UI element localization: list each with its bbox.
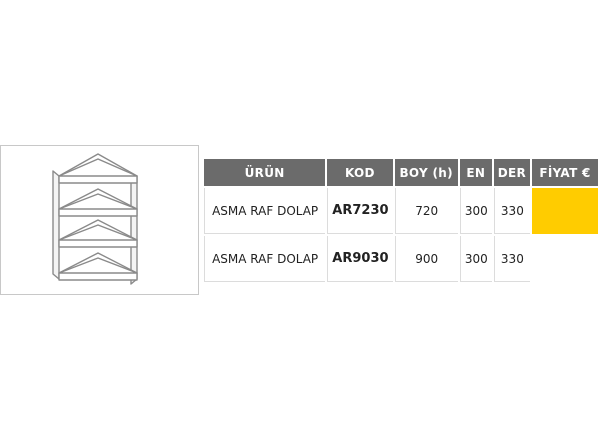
header-kod: KOD [327,159,393,186]
cell-en: 300 [459,188,492,234]
cell-kod: AR9030 [327,236,393,282]
header-en: EN [459,159,492,186]
cell-der: 330 [493,188,531,234]
cell-boy: 720 [394,188,458,234]
cell-boy: 900 [394,236,458,282]
cell-fiyat [532,236,598,282]
cell-kod: AR7230 [327,188,393,234]
header-boy: BOY (h) [394,159,458,186]
header-urun: ÜRÜN [204,159,326,186]
cell-fiyat [532,188,598,234]
product-image [0,145,199,295]
cell-urun: ASMA RAF DOLAP [204,188,326,234]
header-fiyat: FİYAT € [532,159,598,186]
corner-shelf-cabinet-icon [52,153,138,285]
header-der: DER [493,159,531,186]
table-header-row: ÜRÜN KOD BOY (h) EN DER FİYAT € [204,159,598,186]
price-table: ÜRÜN KOD BOY (h) EN DER FİYAT € ASMA RAF… [202,157,600,284]
cell-en: 300 [459,236,492,282]
cell-der: 330 [493,236,531,282]
table-row: ASMA RAF DOLAP AR7230 720 300 330 [204,188,598,234]
cell-urun: ASMA RAF DOLAP [204,236,326,282]
table-row: ASMA RAF DOLAP AR9030 900 300 330 [204,236,598,282]
